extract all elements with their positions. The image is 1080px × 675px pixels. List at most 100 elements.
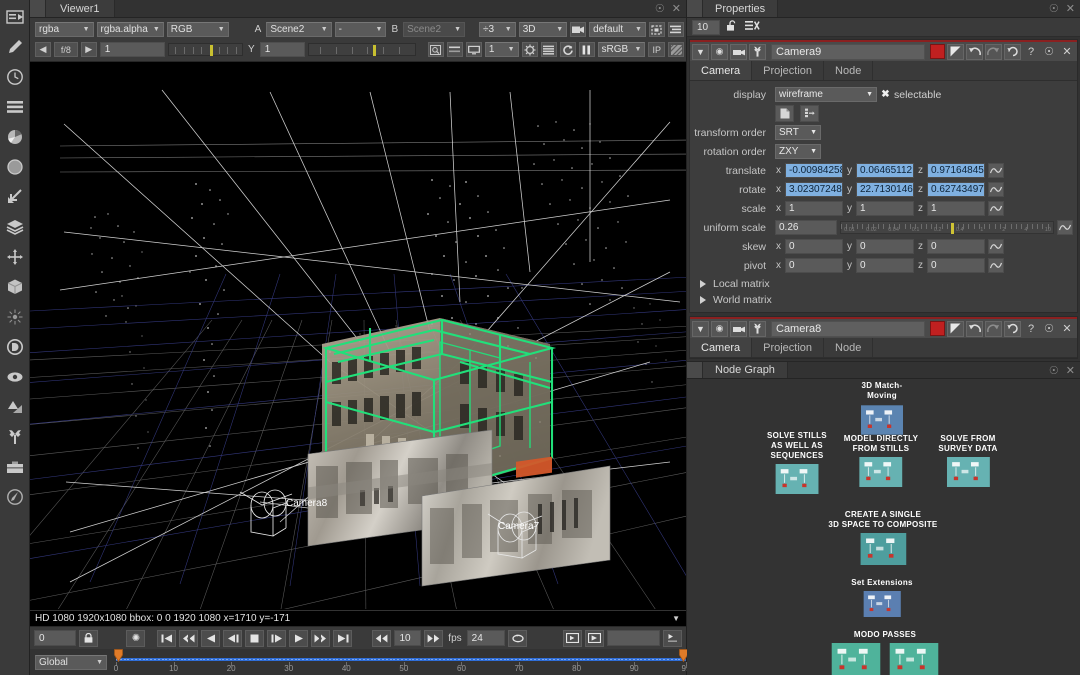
lock-icon[interactable] [79, 630, 98, 647]
keyframe-icon[interactable]: ✺ [126, 630, 145, 647]
import-icon[interactable] [4, 6, 26, 28]
skew-curve-icon[interactable] [988, 239, 1004, 254]
tools-icon[interactable] [4, 426, 26, 448]
node-graph-group[interactable]: SOLVE STILLS AS WELL AS SEQUENCES [767, 431, 827, 494]
fast-forward-icon[interactable] [424, 630, 443, 647]
row-local-matrix[interactable]: Local matrix [694, 276, 1073, 292]
node-graph-group[interactable]: MODEL DIRECTLY FROM STILLS [844, 434, 918, 487]
collapse-icon[interactable]: ▼ [692, 44, 709, 60]
revert-icon[interactable] [1004, 321, 1021, 337]
node-graph-thumbnail[interactable] [774, 464, 820, 494]
input-b-dropdown[interactable]: Scene2▼ [403, 22, 465, 37]
gain-slider[interactable] [168, 43, 243, 56]
alpha-channel-dropdown[interactable]: rgba.alpha▼ [97, 22, 164, 37]
uniform-scale-field[interactable]: 0.26 [775, 220, 837, 235]
redo-icon[interactable] [985, 44, 1002, 60]
step-forward-icon[interactable] [267, 630, 286, 647]
pause-icon[interactable] [579, 42, 595, 57]
cycle-icon[interactable] [560, 42, 576, 57]
float-panel-icon[interactable]: ☉ [1049, 2, 1059, 15]
proxy-ratio-dropdown[interactable]: ÷3▼ [479, 22, 516, 37]
toolbox-icon[interactable] [4, 456, 26, 478]
pivot-curve-icon[interactable] [988, 258, 1004, 273]
node-graph-group[interactable]: MODO PASSES [831, 630, 939, 675]
skew-y-field[interactable]: 0 [856, 239, 914, 254]
ip-button[interactable]: IP [648, 42, 665, 57]
rotation-order-dropdown[interactable]: ZXY ▼ [775, 144, 821, 159]
float-panel-icon[interactable]: ☉ [1041, 44, 1057, 60]
collapse-icon[interactable]: ▼ [692, 321, 709, 337]
loop-icon[interactable] [508, 630, 527, 647]
frame-first-icon[interactable] [157, 630, 176, 647]
zoom-fit-icon[interactable] [428, 42, 444, 57]
close-icon[interactable]: ✕ [1066, 2, 1075, 15]
redo-icon[interactable] [985, 321, 1002, 337]
refresh-icon[interactable] [522, 42, 538, 57]
gain-next-icon[interactable]: ▶ [81, 42, 97, 57]
help-icon[interactable]: ? [1023, 44, 1039, 60]
skew-x-field[interactable]: 0 [785, 239, 843, 254]
row-world-matrix[interactable]: World matrix [694, 292, 1073, 308]
camera-icon[interactable] [730, 321, 747, 337]
scale-curve-icon[interactable] [988, 201, 1004, 216]
viewer-mode-dropdown[interactable]: 3D▼ [519, 22, 567, 37]
transform-order-dropdown[interactable]: SRT ▼ [775, 125, 821, 140]
panel-drag-handle[interactable] [30, 0, 46, 17]
translate-z-field[interactable]: 0.97164845 [927, 163, 985, 178]
max-panels-field[interactable]: 10 [692, 20, 720, 35]
stack-icon[interactable] [4, 216, 26, 238]
node-graph-thumbnail[interactable] [861, 404, 903, 436]
rotate-x-field[interactable]: 3.02307248 [785, 182, 843, 197]
node-color-swatch[interactable] [930, 321, 945, 336]
skew-z-field[interactable]: 0 [927, 239, 985, 254]
node-graph-group[interactable]: Set Extensions [851, 578, 913, 617]
pen-icon[interactable] [4, 36, 26, 58]
node-graph-thumbnail[interactable] [860, 533, 906, 565]
hatch-icon[interactable] [668, 42, 684, 57]
node-graph-group[interactable]: CREATE A SINGLE 3D SPACE TO COMPOSITE [828, 510, 937, 565]
timeline-track[interactable]: 010203040506070809099 [116, 649, 686, 675]
translate-y-field[interactable]: 0.06465112 [856, 163, 914, 178]
stop-icon[interactable] [245, 630, 264, 647]
undo-icon[interactable] [966, 321, 983, 337]
downrez-dropdown[interactable]: 1▼ [485, 42, 519, 57]
tab-camera[interactable]: Camera [690, 338, 752, 357]
node-graph-group[interactable]: SOLVE FROM SURVEY DATA [938, 434, 997, 487]
clock-icon[interactable] [4, 66, 26, 88]
bookmark-icon[interactable]: ◉ [711, 321, 728, 337]
layers-list-icon[interactable] [4, 96, 26, 118]
play-range-out-icon[interactable] [585, 630, 604, 647]
translate-curve-icon[interactable] [988, 163, 1004, 178]
play-range-in-icon[interactable] [563, 630, 582, 647]
playback-range-field[interactable] [607, 630, 660, 646]
tab-camera[interactable]: Camera [690, 61, 752, 80]
rewind-icon[interactable] [372, 630, 391, 647]
scale-x-field[interactable]: 1 [785, 201, 843, 216]
frame-last-icon[interactable] [333, 630, 352, 647]
scale-y-field[interactable]: 1 [856, 201, 914, 216]
input-a-dropdown[interactable]: Scene2▼ [266, 22, 331, 37]
gamma-slider[interactable] [308, 43, 416, 56]
playhead-marker[interactable] [114, 649, 123, 662]
node-graph-thumbnail[interactable] [945, 457, 991, 487]
float-panel-icon[interactable]: ☉ [1041, 321, 1057, 337]
rotate-y-field[interactable]: 22.7130146 [856, 182, 914, 197]
tab-node[interactable]: Node [824, 61, 873, 80]
revert-icon[interactable] [1004, 44, 1021, 60]
play-icon[interactable] [289, 630, 308, 647]
axis-icon[interactable] [800, 105, 819, 122]
pie-icon[interactable] [4, 126, 26, 148]
status-expand-icon[interactable]: ▼ [672, 614, 686, 623]
panel-drag-handle[interactable] [687, 0, 703, 17]
node-mask-icon[interactable] [947, 321, 964, 337]
uniform-scale-curve-icon[interactable] [1057, 220, 1073, 235]
frame-increment-field[interactable]: 10 [394, 630, 421, 646]
node-graph-group[interactable]: 3D Match- Moving [861, 381, 903, 436]
file-icon[interactable] [775, 105, 794, 122]
node-graph-thumbnail[interactable] [858, 457, 904, 487]
tab-node-graph[interactable]: Node Graph [703, 362, 788, 378]
node-color-swatch[interactable] [930, 44, 945, 59]
close-icon[interactable]: ✕ [672, 2, 681, 15]
node-graph-thumbnail[interactable] [831, 643, 881, 675]
undo-icon[interactable] [966, 44, 983, 60]
